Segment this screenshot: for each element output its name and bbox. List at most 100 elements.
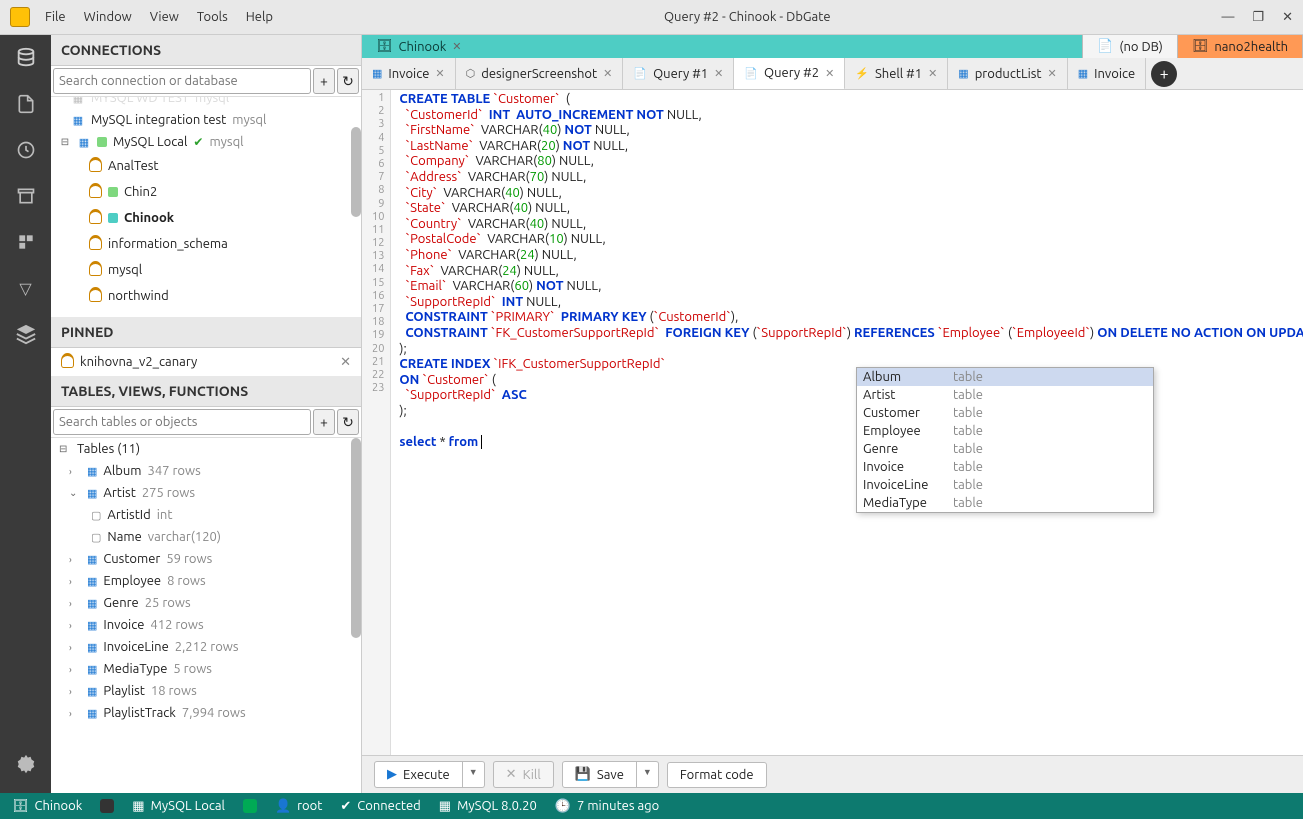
code-editor[interactable]: 1 2 3 4 5 6 7 8 9 10 11 12 13 14 15 16 1… (362, 90, 1303, 755)
connection-item-hidden[interactable]: ▦MYSQL WD TESTmysql (51, 97, 361, 109)
close-icon[interactable]: ✕ (1048, 67, 1057, 80)
table-item-genre[interactable]: ›▦Genre 25 rows (51, 592, 361, 614)
db-item-analtest[interactable]: AnalTest (51, 153, 361, 179)
status-database[interactable]: 🗄Chinook (12, 799, 82, 814)
column-item[interactable]: ▢Name varchar(120) (51, 526, 361, 548)
close-icon[interactable]: ✕ (435, 67, 444, 80)
autocomplete-popup[interactable]: AlbumtableArtisttableCustomertableEmploy… (856, 367, 1154, 513)
add-tab-button[interactable]: + (1151, 61, 1177, 87)
status-server[interactable]: ▦MySQL Local (132, 799, 225, 814)
autocomplete-item[interactable]: MediaTypetable (857, 494, 1153, 512)
status-time: 🕒7 minutes ago (555, 799, 659, 814)
autocomplete-item[interactable]: Customertable (857, 404, 1153, 422)
autocomplete-item[interactable]: Albumtable (857, 368, 1153, 386)
kill-button[interactable]: ✕Kill (493, 761, 554, 788)
menu-help[interactable]: Help (246, 10, 273, 24)
search-tables-input[interactable] (53, 409, 311, 435)
menu-tools[interactable]: Tools (197, 10, 228, 24)
connections-header: CONNECTIONS (51, 35, 361, 66)
format-code-button[interactable]: Format code (667, 762, 767, 788)
add-table-button[interactable]: + (313, 409, 335, 435)
autocomplete-item[interactable]: Artisttable (857, 386, 1153, 404)
table-item-employee[interactable]: ›▦Employee 8 rows (51, 570, 361, 592)
autocomplete-item[interactable]: Employeetable (857, 422, 1153, 440)
table-item-invoice[interactable]: ›▦Invoice 412 rows (51, 614, 361, 636)
status-user[interactable]: 👤root (275, 799, 322, 814)
settings-icon[interactable] (13, 752, 39, 778)
file-tab[interactable]: ▦Invoice (1068, 58, 1146, 89)
db-item-chinook[interactable]: Chinook (51, 205, 361, 231)
db-item-northwind[interactable]: northwind (51, 283, 361, 309)
file-tab[interactable]: ⚡Shell #1✕ (845, 58, 948, 89)
connection-item-mysql-integration[interactable]: ▦ MySQL integration test mysql (51, 109, 361, 131)
execute-dropdown[interactable]: ▼ (463, 761, 485, 788)
status-connected: ✔Connected (340, 799, 420, 814)
tables-group[interactable]: ⊟ Tables (11) (51, 438, 361, 460)
db-item-chin2[interactable]: Chin2 (51, 179, 361, 205)
code-content[interactable]: CREATE TABLE `Customer` ( `CustomerId` I… (391, 90, 1303, 755)
status-version: ▦MySQL 8.0.20 (439, 799, 537, 814)
close-icon[interactable]: ✕ (928, 67, 937, 80)
table-item-playlist[interactable]: ›▦Playlist 18 rows (51, 680, 361, 702)
table-item-playlisttrack[interactable]: ›▦PlaylistTrack 7,994 rows (51, 702, 361, 724)
save-dropdown[interactable]: ▼ (637, 761, 659, 788)
close-icon[interactable]: ✕ (603, 67, 612, 80)
scrollbar-thumb[interactable] (351, 127, 361, 217)
layers-icon[interactable] (13, 321, 39, 347)
execute-button[interactable]: ▶Execute (374, 761, 463, 788)
file-tabs: ▦Invoice✕⬡designerScreenshot✕📄Query #1✕📄… (362, 58, 1303, 90)
file-tab[interactable]: ▦productList✕ (948, 58, 1067, 89)
line-gutter: 1 2 3 4 5 6 7 8 9 10 11 12 13 14 15 16 1… (362, 90, 391, 755)
context-tab[interactable]: 📄(no DB) (1083, 35, 1178, 58)
column-item[interactable]: ▢ArtistId int (51, 504, 361, 526)
autocomplete-item[interactable]: Invoicetable (857, 458, 1153, 476)
plugins-icon[interactable] (13, 229, 39, 255)
table-item-mediatype[interactable]: ›▦MediaType 5 rows (51, 658, 361, 680)
refresh-connections-button[interactable]: ↻ (337, 68, 359, 94)
editor-area: 🗄Chinook✕📄(no DB)🗄nano2health ▦Invoice✕⬡… (362, 35, 1303, 793)
refresh-tables-button[interactable]: ↻ (337, 409, 359, 435)
history-icon[interactable] (13, 137, 39, 163)
table-item-invoiceline[interactable]: ›▦InvoiceLine 2,212 rows (51, 636, 361, 658)
table-item-album[interactable]: ›▦Album 347 rows (51, 460, 361, 482)
app-icon (10, 7, 30, 27)
file-tab[interactable]: ▦Invoice✕ (362, 58, 456, 89)
editor-toolbar: ▶Execute ▼ ✕Kill 💾Save ▼ Format code (362, 755, 1303, 793)
autocomplete-item[interactable]: Genretable (857, 440, 1153, 458)
add-connection-button[interactable]: + (313, 68, 335, 94)
pinned-header: PINNED (51, 317, 361, 348)
search-connections-input[interactable] (53, 68, 311, 94)
archive-icon[interactable] (13, 183, 39, 209)
status-bar: 🗄Chinook ▦MySQL Local 👤root ✔Connected ▦… (0, 793, 1303, 819)
table-item-artist[interactable]: ⌄▦Artist 275 rows (51, 482, 361, 504)
menu-view[interactable]: View (150, 10, 179, 24)
close-icon[interactable]: ✕ (452, 40, 461, 53)
pinned-item[interactable]: knihovna_v2_canary ✕ (51, 348, 361, 376)
close-window-icon[interactable]: ✕ (1282, 10, 1293, 25)
minimize-icon[interactable]: — (1221, 10, 1234, 25)
close-icon[interactable]: ✕ (714, 67, 723, 80)
db-item-mysql[interactable]: mysql (51, 257, 361, 283)
db-item-information-schema[interactable]: information_schema (51, 231, 361, 257)
maximize-icon[interactable]: ❐ (1252, 10, 1264, 25)
unpin-icon[interactable]: ✕ (340, 355, 351, 370)
file-icon[interactable] (13, 91, 39, 117)
titlebar: File Window View Tools Help Query #2 - C… (0, 0, 1303, 35)
file-tab[interactable]: ⬡designerScreenshot✕ (456, 58, 624, 89)
connection-item-mysql-local[interactable]: ⊟ ▦ MySQL Local ✔ mysql (51, 131, 361, 153)
scrollbar-thumb[interactable] (351, 438, 361, 638)
save-button[interactable]: 💾Save (562, 761, 637, 788)
file-tab[interactable]: 📄Query #2✕ (734, 58, 845, 90)
context-tab[interactable]: 🗄Chinook✕ (362, 35, 1083, 58)
database-icon[interactable] (13, 45, 39, 71)
autocomplete-item[interactable]: InvoiceLinetable (857, 476, 1153, 494)
file-tab[interactable]: 📄Query #1✕ (623, 58, 734, 89)
menu-file[interactable]: File (45, 10, 66, 24)
table-item-customer[interactable]: ›▦Customer 59 rows (51, 548, 361, 570)
status-color[interactable] (100, 799, 114, 813)
status-color2[interactable] (243, 799, 257, 813)
close-icon[interactable]: ✕ (825, 67, 834, 80)
menu-window[interactable]: Window (84, 10, 132, 24)
chevron-down-icon[interactable]: ▽ (13, 275, 39, 301)
context-tab[interactable]: 🗄nano2health (1178, 35, 1303, 58)
